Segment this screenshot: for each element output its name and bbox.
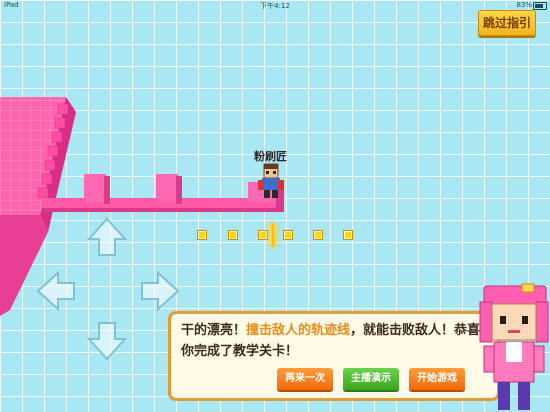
tutorial-dialog: 干的漂亮！撞击敌人的轨迹线，就能击败敌人！恭喜你完成了教学关卡！ 再来一次 主播… <box>168 311 500 401</box>
direction-pad <box>30 215 190 365</box>
coin-icon <box>228 230 238 240</box>
dialog-message: 干的漂亮！撞击敌人的轨迹线，就能击败敌人！恭喜你完成了教学关卡！ <box>181 320 481 362</box>
message-highlight: 撞击敌人的轨迹线 <box>246 323 351 338</box>
coin-icon <box>258 230 268 240</box>
arrow-up-button[interactable] <box>85 215 129 259</box>
arrow-down-button[interactable] <box>85 319 129 363</box>
enemy-trail-marker <box>270 223 276 247</box>
arrow-left-button[interactable] <box>34 269 78 313</box>
mascot-character <box>479 283 549 410</box>
demo-button[interactable]: 主播演示 <box>343 368 399 390</box>
arrow-right-button[interactable] <box>138 269 182 313</box>
coin-icon <box>343 230 353 240</box>
coin-icon <box>197 230 207 240</box>
retry-button[interactable]: 再来一次 <box>277 368 333 390</box>
player-character <box>258 163 284 198</box>
coin-icon <box>313 230 323 240</box>
message-part1: 干的漂亮！ <box>181 323 247 338</box>
coin-icon <box>283 230 293 240</box>
player-name-tag: 粉刷匠 <box>254 150 287 163</box>
start-game-button[interactable]: 开始游戏 <box>409 368 465 390</box>
